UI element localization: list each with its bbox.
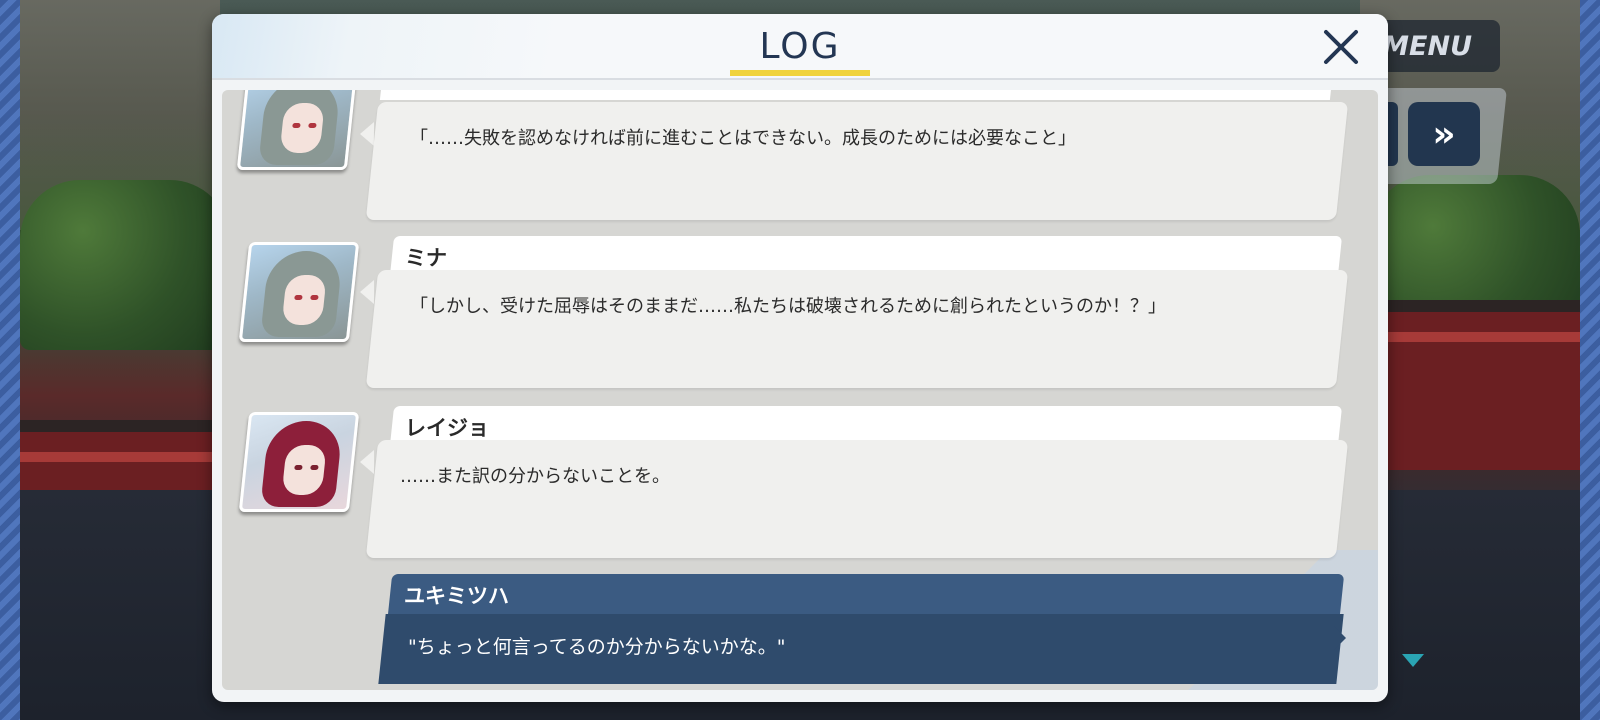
player-dialogue-text: "ちょっと何言ってるのか分からないかな。" <box>408 636 786 658</box>
speaker-name-bar <box>379 90 1335 100</box>
triangle-down-icon[interactable] <box>1402 654 1424 667</box>
bubble-tail <box>360 450 374 474</box>
title-underline <box>730 70 870 76</box>
left-edge-stripe <box>0 0 20 720</box>
avatar-mina <box>236 90 358 170</box>
log-entry: ミナ 「しかし、受けた屈辱はそのままだ……私たちは破壊されるために創られたという… <box>222 236 1378 396</box>
menu-label: MENU <box>1382 30 1472 62</box>
log-entry: 「……失敗を認めなければ前に進むことはできない。成長のためには必要なこと」 <box>222 90 1378 230</box>
dialogue-text: 「……失敗を認めなければ前に進むことはできない。成長のためには必要なこと」 <box>410 128 1076 149</box>
fast-forward-button[interactable]: » <box>1408 102 1480 166</box>
building-left <box>20 420 220 490</box>
bubble-tail <box>360 122 374 146</box>
dialogue-bubble <box>365 102 1349 220</box>
player-name: ユキミツハ <box>404 584 509 608</box>
speaker-name: ミナ <box>405 246 447 270</box>
log-entry: レイジョ ……また訳の分からないことを。 <box>222 406 1378 566</box>
player-name-bar <box>387 574 1345 616</box>
player-bubble-tail <box>1334 626 1346 650</box>
log-scroll-area[interactable]: 「……失敗を認めなければ前に進むことはできない。成長のためには必要なこと」 ミナ… <box>222 90 1378 690</box>
speaker-name: レイジョ <box>405 416 489 440</box>
dialogue-text: 「しかし、受けた屈辱はそのままだ……私たちは破壊されるために創られたというのか！… <box>410 296 1166 317</box>
right-edge-stripe <box>1580 0 1600 720</box>
log-header: LOG <box>212 14 1388 80</box>
close-icon[interactable] <box>1322 28 1360 66</box>
double-chevron-right-icon: » <box>1432 113 1456 155</box>
log-entry-player: ユキミツハ "ちょっと何言ってるのか分からないかな。" <box>222 574 1378 690</box>
building-right <box>1360 300 1580 470</box>
log-title: LOG <box>759 26 841 67</box>
avatar-mina <box>238 242 360 342</box>
dialogue-bubble <box>365 270 1349 388</box>
trees-left <box>20 180 230 350</box>
dialogue-text: ……また訳の分からないことを。 <box>400 466 670 487</box>
log-panel: LOG 「……失敗を認めなければ前に進むことはできない。成長のためには必要なこと… <box>212 14 1388 702</box>
bubble-tail <box>360 280 374 304</box>
dialogue-bubble <box>365 440 1349 558</box>
avatar-reijo <box>238 412 360 512</box>
